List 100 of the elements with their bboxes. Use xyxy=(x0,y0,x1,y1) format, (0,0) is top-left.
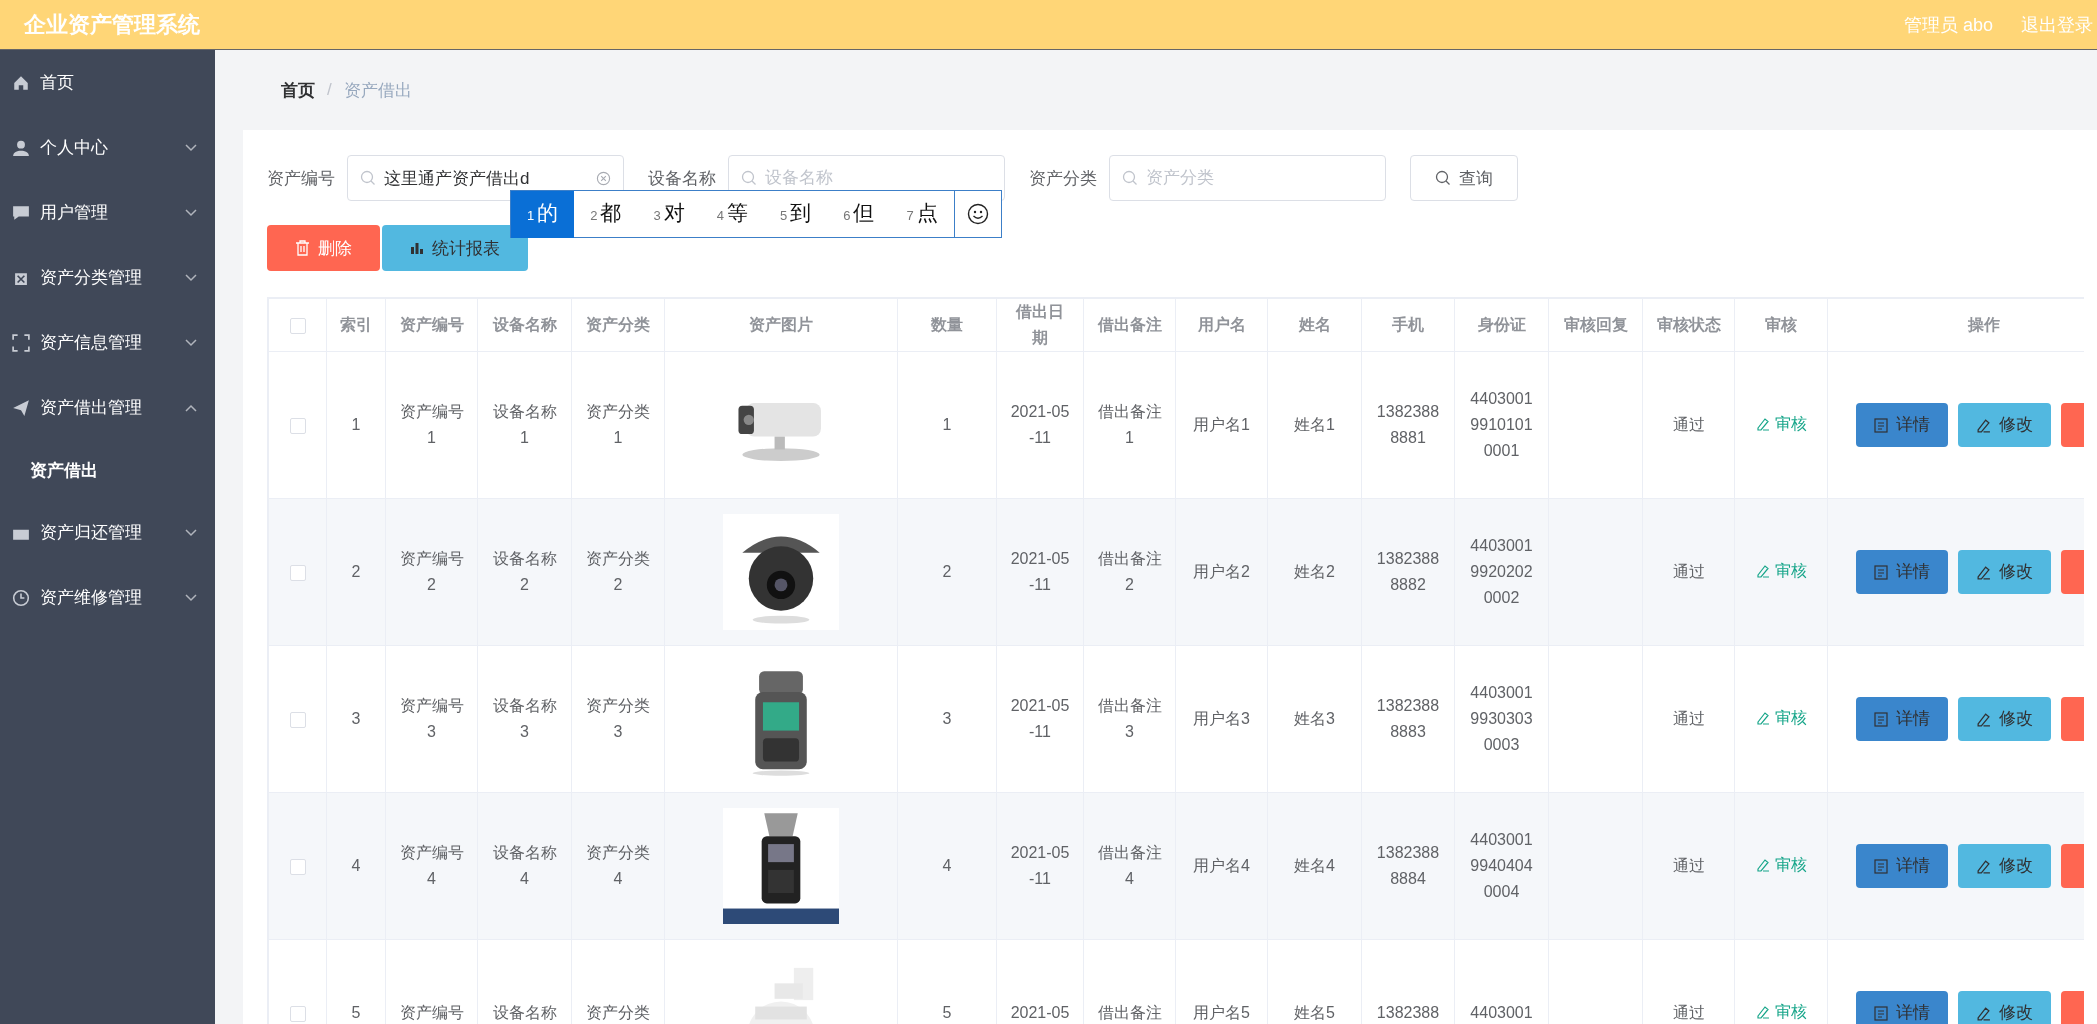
column-header: 设备名称 xyxy=(477,298,572,352)
document-icon xyxy=(1874,564,1888,580)
table-cell: 4 xyxy=(897,792,997,940)
table-cell: 4 xyxy=(326,792,386,940)
checkbox[interactable] xyxy=(289,858,306,875)
table-cell: 通过 xyxy=(1642,645,1735,793)
edit-button[interactable]: 修改 xyxy=(1958,550,2051,594)
details-button[interactable]: 详情 xyxy=(1856,991,1948,1024)
sidebar-item[interactable]: 资产归还管理 xyxy=(0,500,215,565)
clock-icon xyxy=(12,588,30,607)
column-header: 用户名 xyxy=(1175,298,1268,352)
trash-icon xyxy=(295,240,310,256)
table-cell: 通过 xyxy=(1642,498,1735,646)
column-header: 借出备注 xyxy=(1083,298,1176,352)
chevron-icon xyxy=(185,593,197,602)
table-cell: 13823888881 xyxy=(1361,351,1455,499)
checkbox[interactable] xyxy=(289,1005,306,1022)
field-label: 资产编号 xyxy=(267,167,335,190)
table-cell: 姓名4 xyxy=(1267,792,1362,940)
table-cell: 设备名称3 xyxy=(477,645,572,793)
table-cell: 设备名称1 xyxy=(477,351,572,499)
table-cell: 2021-05-11 xyxy=(996,498,1084,646)
query-button[interactable]: 查询 xyxy=(1410,155,1518,201)
breadcrumb-item[interactable]: 首页 xyxy=(281,78,315,102)
sidebar-item[interactable]: 资产维修管理 xyxy=(0,565,215,630)
breadcrumb-item: 资产借出 xyxy=(343,79,412,102)
table-cell: 资产编号4 xyxy=(385,792,478,940)
table-cell: 2021-05-11 xyxy=(996,351,1084,499)
column-header: 资产图片 xyxy=(664,298,898,352)
sidebar-item[interactable]: 个人中心 xyxy=(0,115,215,180)
table-cell: 2 xyxy=(897,498,997,646)
table-cell: 资产分类1 xyxy=(571,351,665,499)
search-input[interactable]: 资产分类 xyxy=(1146,156,1373,200)
search-icon xyxy=(741,170,757,186)
search-field[interactable]: 资产分类 xyxy=(1109,155,1386,201)
table-cell: 姓名1 xyxy=(1267,351,1362,499)
table-cell: 440300199202020002 xyxy=(1454,498,1549,646)
table-cell: 资产分类2 xyxy=(571,498,665,646)
column-header: 资产分类 xyxy=(571,298,665,352)
table-cell: 资产编号1 xyxy=(385,351,478,499)
table-cell: 姓名3 xyxy=(1267,645,1362,793)
column-header: 借出日期 xyxy=(996,298,1084,352)
table-cell: 2 xyxy=(326,498,386,646)
table-cell: 用户名4 xyxy=(1175,792,1268,940)
table-cell: 通过 xyxy=(1642,792,1735,940)
table-cell: 借出备注3 xyxy=(1083,645,1176,793)
document-icon xyxy=(1874,858,1888,874)
search-field[interactable]: 这里通产资产借出d xyxy=(347,155,624,201)
checkbox[interactable] xyxy=(289,417,306,434)
document-icon xyxy=(1874,1005,1888,1021)
pencil-icon xyxy=(1755,711,1770,725)
report-button[interactable]: 统计报表 xyxy=(382,225,528,271)
table-cell: 借出备注1 xyxy=(1083,351,1176,499)
app-title: 企业资产管理系统 xyxy=(24,10,201,39)
checkbox[interactable] xyxy=(289,564,306,581)
table-cell: 通过 xyxy=(1642,351,1735,499)
column-header: 审核状态 xyxy=(1642,298,1735,352)
pencil-icon xyxy=(1755,417,1770,431)
details-button[interactable]: 详情 xyxy=(1856,844,1948,888)
pencil-icon xyxy=(1976,711,1991,727)
checkbox[interactable] xyxy=(289,317,306,334)
sidebar-item[interactable]: 资产借出管理 xyxy=(0,375,215,440)
document-icon xyxy=(1874,711,1888,727)
smiley-icon[interactable] xyxy=(966,203,989,225)
pencil-icon xyxy=(1976,858,1991,874)
person-icon xyxy=(12,138,30,157)
frame-icon xyxy=(12,333,30,352)
table-cell: 用户名1 xyxy=(1175,351,1268,499)
field-label: 资产分类 xyxy=(1029,167,1097,190)
column-header: 姓名 xyxy=(1267,298,1362,352)
pencil-icon xyxy=(1755,858,1770,872)
bar-chart-icon xyxy=(410,241,424,255)
pencil-icon xyxy=(1976,417,1991,433)
ime-candidate[interactable]: 1 的 xyxy=(511,190,575,238)
sidebar-item[interactable]: 首页 xyxy=(0,50,215,115)
sidebar-item[interactable]: 资产信息管理 xyxy=(0,310,215,375)
column-header: 操作 xyxy=(1827,298,2084,352)
edit-button[interactable]: 修改 xyxy=(1958,844,2051,888)
sidebar-item[interactable]: 资产分类管理 xyxy=(0,245,215,310)
field-label: 设备名称 xyxy=(648,167,716,190)
column-header: 审核回复 xyxy=(1548,298,1643,352)
details-button[interactable]: 详情 xyxy=(1856,403,1948,447)
details-button[interactable]: 详情 xyxy=(1856,697,1948,741)
chevron-icon xyxy=(185,208,197,217)
edit-button[interactable]: 修改 xyxy=(1958,697,2051,741)
edit-button[interactable]: 修改 xyxy=(1958,403,2051,447)
table-cell: 借出备注2 xyxy=(1083,498,1176,646)
edit-button[interactable]: 修改 xyxy=(1958,991,2051,1024)
sidebar-subitem[interactable]: 资产借出 xyxy=(0,440,215,500)
table-cell: 440300199303030003 xyxy=(1454,645,1549,793)
checkbox[interactable] xyxy=(289,711,306,728)
ime-candidate[interactable]: 3 对 xyxy=(637,190,701,238)
table-cell: 设备名称2 xyxy=(477,498,572,646)
table-cell: 借出备注4 xyxy=(1083,792,1176,940)
table-cell: 1 xyxy=(326,351,386,499)
details-button[interactable]: 详情 xyxy=(1856,550,1948,594)
column-header: 资产编号 xyxy=(385,298,478,352)
sidebar-item[interactable]: 用户管理 xyxy=(0,180,215,245)
clear-icon[interactable] xyxy=(596,170,611,186)
table-cell: 资产分类4 xyxy=(571,792,665,940)
